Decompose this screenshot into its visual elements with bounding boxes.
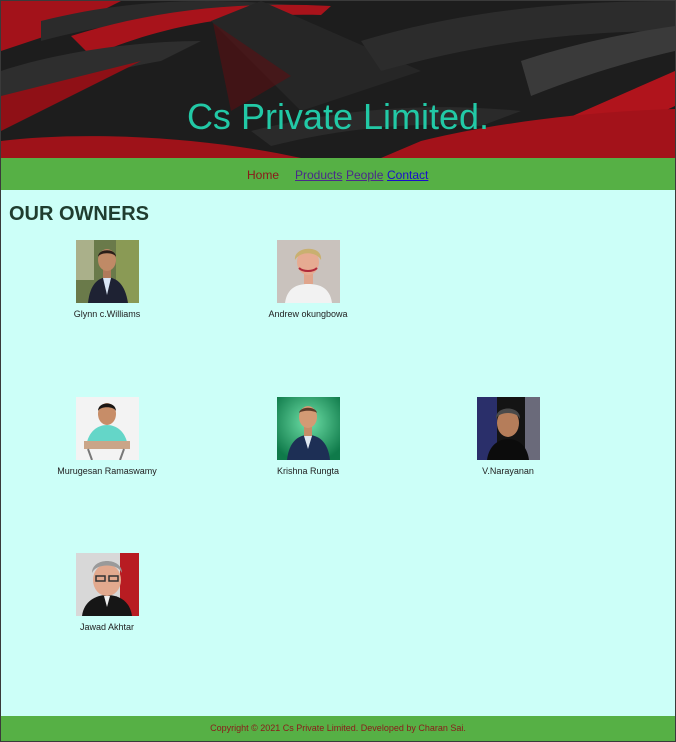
owner-card: Jawad Akhtar (27, 553, 187, 632)
owner-photo[interactable] (476, 397, 540, 460)
nav-contact-link[interactable]: Contact (387, 168, 428, 182)
owner-photo[interactable] (276, 240, 340, 303)
header-banner: Cs Private Limited. (1, 1, 675, 158)
page-frame: Cs Private Limited. Home Products People… (0, 0, 676, 742)
owner-name: Jawad Akhtar (79, 622, 135, 632)
owner-photo[interactable] (75, 397, 139, 460)
nav-home-link[interactable]: Home (247, 168, 279, 182)
owner-card: Andrew okungbowa (228, 240, 388, 319)
footer-copyright: Copyright © 2021 Cs Private Limited. Dev… (210, 723, 466, 733)
nav-people-link[interactable]: People (346, 168, 383, 182)
nav-products-link[interactable]: Products (295, 168, 342, 182)
owner-photo[interactable] (276, 397, 340, 460)
owner-name: Krishna Rungta (276, 466, 340, 476)
owner-photo[interactable] (75, 553, 139, 616)
owner-name: Glynn c.Williams (73, 309, 141, 319)
owner-name: Andrew okungbowa (268, 309, 348, 319)
site-title: Cs Private Limited. (186, 96, 490, 137)
owner-card: Glynn c.Williams (27, 240, 187, 319)
owners-heading: OUR OWNERS (9, 203, 149, 225)
owner-name: V.Narayanan (482, 466, 534, 476)
owner-photo[interactable] (75, 240, 139, 303)
owner-card: Krishna Rungta (228, 397, 388, 476)
owner-name: Murugesan Ramaswamy (57, 466, 157, 476)
nav-bar: Home Products People Contact (1, 158, 675, 190)
owner-card: V.Narayanan (428, 397, 588, 476)
owner-card: Murugesan Ramaswamy (27, 397, 187, 476)
footer: Copyright © 2021 Cs Private Limited. Dev… (1, 716, 675, 741)
